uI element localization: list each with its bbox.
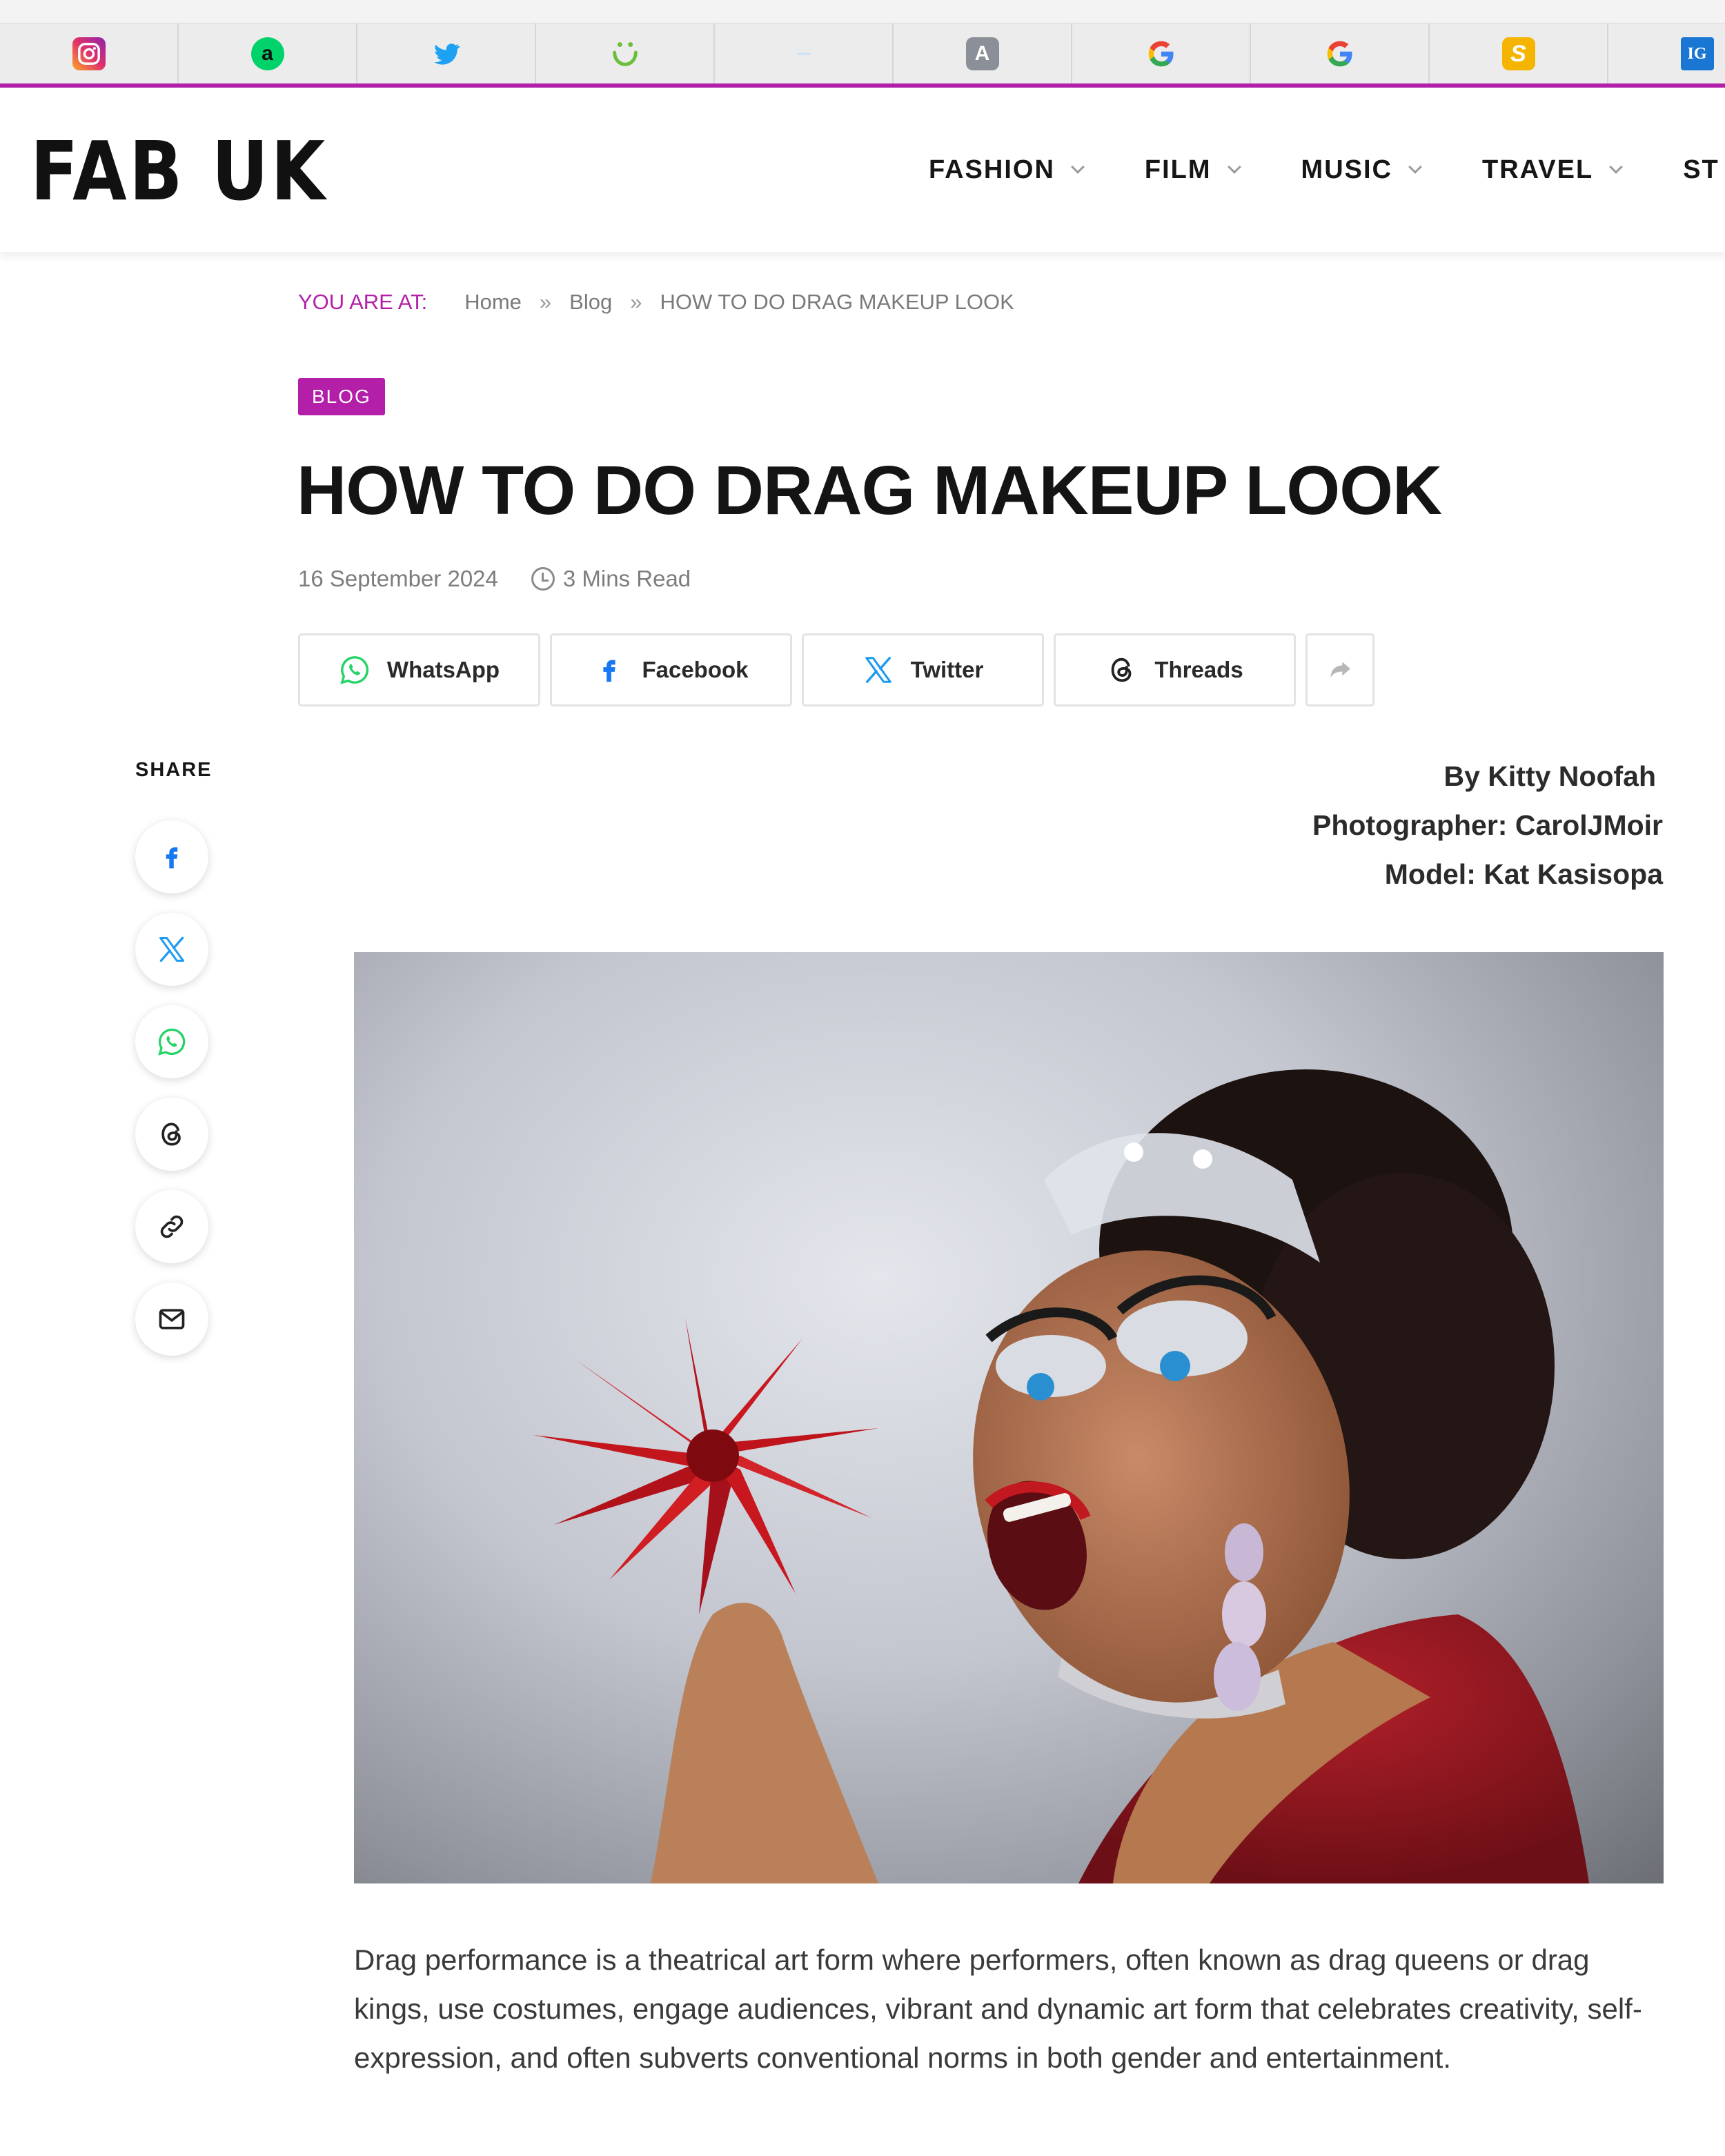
chevron-down-icon [1227, 159, 1241, 174]
share-heading: SHARE [135, 759, 213, 781]
ig-icon: IG [1680, 37, 1714, 70]
x-icon [865, 657, 891, 683]
share-label: WhatsApp [386, 657, 500, 682]
side-share-whatsapp[interactable] [135, 1005, 208, 1078]
bookmark-s[interactable]: S [1430, 23, 1608, 84]
chevron-down-icon [1071, 159, 1085, 174]
article-meta: 16 September 2024 3 Mins Read [298, 566, 691, 592]
site-header: FAB UK FASHION FILM MUSIC TRAVEL ST [0, 88, 1725, 253]
article-title: HOW TO DO DRAG MAKEUP LOOK [297, 452, 1442, 529]
bookmark-instagram[interactable] [0, 23, 179, 84]
breadcrumb-separator: » [630, 290, 642, 314]
share-forward-icon [1330, 662, 1350, 678]
threads-icon [161, 1122, 181, 1146]
whatsapp-icon [340, 656, 369, 684]
a-icon: A [965, 37, 999, 70]
amazon-icon: a [250, 37, 284, 70]
nav-item-style[interactable]: ST [1683, 155, 1719, 185]
main-nav: FASHION FILM MUSIC TRAVEL ST [929, 155, 1725, 185]
share-label: Threads [1154, 657, 1243, 682]
side-share-copy-link[interactable] [135, 1190, 208, 1263]
browser-top-strip [0, 0, 1725, 23]
side-share-threads[interactable] [135, 1098, 208, 1171]
share-more-button[interactable] [1305, 633, 1374, 706]
google-icon [1323, 37, 1357, 70]
breadcrumb: YOU ARE AT: Home » Blog » HOW TO DO DRAG… [298, 290, 1014, 315]
nav-label: TRAVEL [1482, 155, 1594, 184]
breadcrumb-current: HOW TO DO DRAG MAKEUP LOOK [660, 290, 1014, 314]
mail-icon [159, 1309, 185, 1329]
smile-icon [609, 37, 642, 70]
chevron-down-icon [1408, 159, 1422, 174]
nav-item-travel[interactable]: TRAVEL [1482, 155, 1624, 185]
share-label: Facebook [642, 657, 749, 682]
hero-image [354, 952, 1664, 1883]
side-share-facebook[interactable] [135, 820, 208, 893]
s-icon: S [1501, 37, 1535, 70]
breadcrumb-label: YOU ARE AT: [298, 290, 428, 314]
breadcrumb-home-link[interactable]: Home [464, 290, 522, 315]
bookmark-smile[interactable] [536, 23, 715, 84]
share-facebook-button[interactable]: Facebook [550, 633, 792, 706]
clock-icon [531, 567, 555, 591]
nav-label: MUSIC [1301, 155, 1392, 184]
share-buttons: WhatsApp Facebook Twitter Threads [298, 633, 1374, 706]
article-intro-paragraph: Drag performance is a theatrical art for… [354, 1944, 1642, 2074]
bookmark-a[interactable]: A [894, 23, 1072, 84]
read-time: 3 Mins Read [562, 566, 691, 591]
publish-date: 16 September 2024 [298, 566, 498, 591]
breadcrumb-blog-link[interactable]: Blog [569, 290, 612, 315]
facebook-icon [603, 660, 616, 682]
nav-label: FASHION [929, 155, 1055, 184]
link-icon [160, 1215, 184, 1238]
nav-item-music[interactable]: MUSIC [1301, 155, 1422, 185]
floating-share-bar: SHARE [135, 759, 213, 1375]
author-credit[interactable]: By Kitty Noofah [1312, 752, 1657, 801]
bookmarks-bar: a A S IG [0, 23, 1725, 84]
whatsapp-icon [158, 1028, 186, 1056]
bookmark-blank[interactable] [715, 23, 894, 84]
nav-item-film[interactable]: FILM [1144, 155, 1241, 185]
site-logo[interactable]: FAB UK [30, 130, 328, 212]
breadcrumb-separator: » [539, 290, 552, 314]
x-icon [159, 936, 184, 962]
bookmark-google-1[interactable] [1072, 23, 1251, 84]
chevron-down-icon [1609, 159, 1624, 174]
drag-queen-photo [533, 1069, 1589, 1883]
share-threads-button[interactable]: Threads [1054, 633, 1296, 706]
category-badge[interactable]: BLOG [298, 378, 385, 415]
side-share-email[interactable] [135, 1283, 208, 1356]
model-credit: Model: Kat Kasisopa [1384, 858, 1663, 890]
bookmark-amazon[interactable]: a [179, 23, 357, 84]
twitter-icon [430, 37, 463, 70]
article-credits: By Kitty Noofah Photographer: CarolJMoir… [1312, 752, 1663, 899]
share-twitter-button[interactable]: Twitter [802, 633, 1044, 706]
blank-icon [796, 52, 811, 55]
google-icon [1145, 37, 1178, 70]
nav-label: FILM [1144, 155, 1212, 184]
bookmark-twitter[interactable] [357, 23, 536, 84]
nav-item-fashion[interactable]: FASHION [929, 155, 1085, 185]
bookmark-ig[interactable]: IG [1608, 23, 1725, 84]
facebook-icon [166, 847, 178, 869]
threads-icon [1111, 657, 1132, 682]
nav-label: ST [1683, 155, 1719, 184]
share-whatsapp-button[interactable]: WhatsApp [298, 633, 540, 706]
side-share-x[interactable] [135, 913, 208, 986]
share-label: Twitter [910, 657, 984, 682]
photographer-credit: Photographer: CarolJMoir [1312, 809, 1663, 841]
instagram-icon [72, 37, 106, 70]
bookmark-google-2[interactable] [1251, 23, 1430, 84]
